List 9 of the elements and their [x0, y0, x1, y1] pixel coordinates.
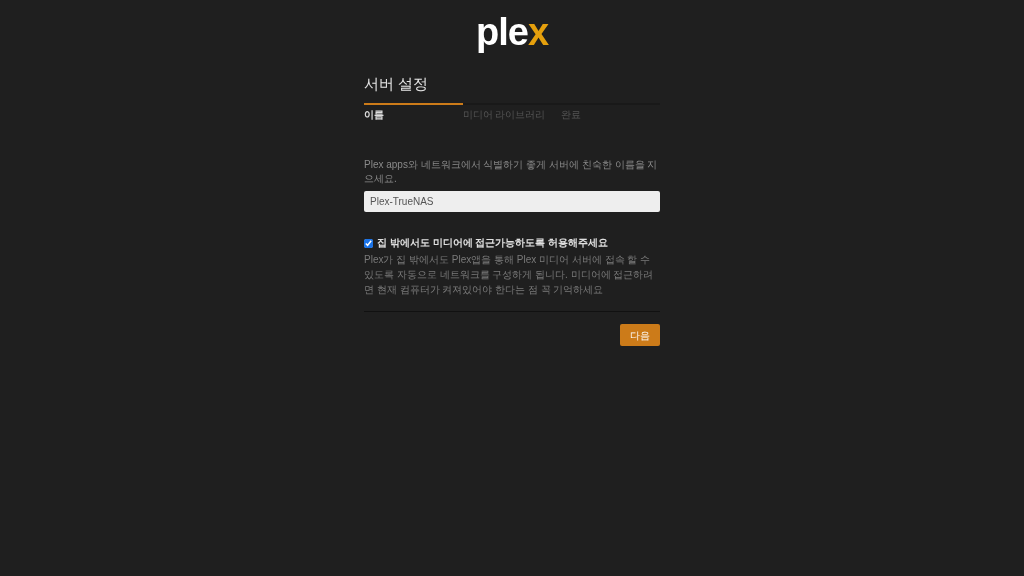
server-name-field[interactable]: Plex-TrueNAS — [364, 191, 660, 212]
plex-logo: plex — [475, 10, 549, 54]
next-button[interactable]: 다음 — [620, 324, 660, 346]
checkbox-label: 집 밖에서도 미디어에 접근가능하도록 허용해주세요 — [377, 236, 609, 250]
page-title: 서버 설정 — [364, 74, 430, 94]
help-text: Plex가 집 밖에서도 Plex앱을 통해 Plex 미디어 서버에 접속 할 수 있도록 자동으로 네트워크를 구성하게 됩니다. 미디어에 접근하려면 현재 컴퓨터가 켜져있어야 한다는 점 꼭 기억하세요 — [364, 253, 655, 297]
step-tab[interactable]: 이름 — [364, 103, 463, 122]
description-text: Plex apps와 네트워크에서 식별하기 좋게 서버에 친숙한 이름을 지으세요. — [364, 158, 659, 186]
remote-access-checkbox[interactable] — [364, 238, 373, 248]
